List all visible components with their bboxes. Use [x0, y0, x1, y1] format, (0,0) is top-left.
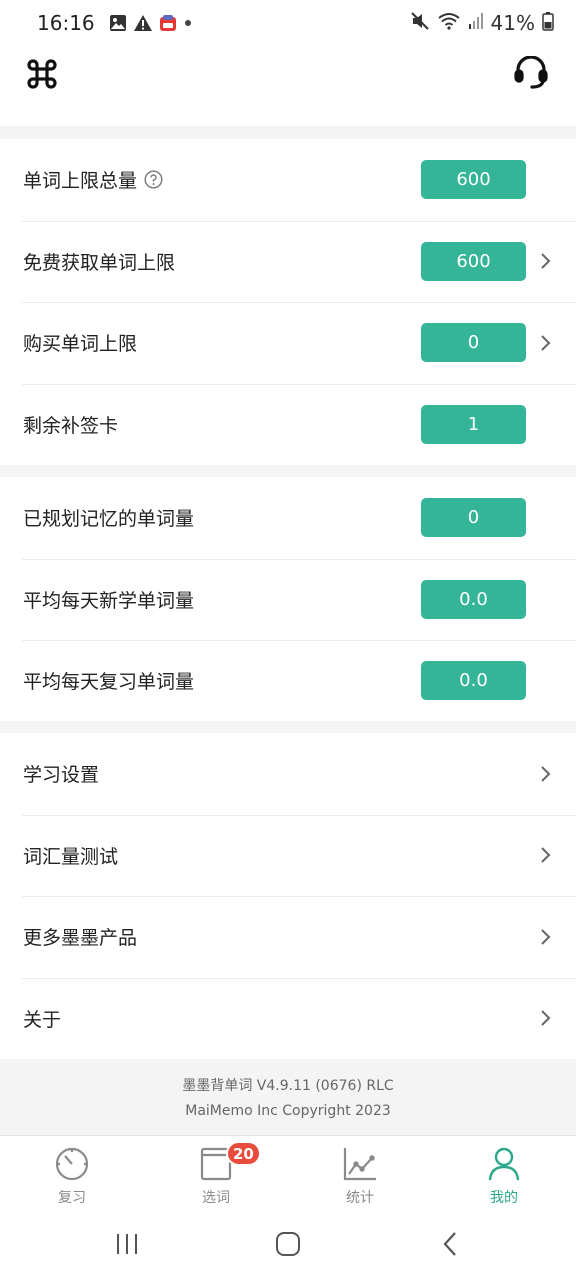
daily-new-value: 0.0	[421, 579, 526, 619]
links-section: 学习设置 词汇量测试 更多墨墨产品 关于	[0, 733, 576, 1059]
notification-badge: 20	[226, 1141, 261, 1166]
gauge-icon	[54, 1146, 90, 1182]
gallery-icon	[109, 14, 127, 32]
app-header	[0, 46, 576, 126]
nav-profile-label: 我的	[490, 1190, 518, 1206]
chevron-right-icon	[540, 896, 552, 978]
version-text: 墨墨背单词 V4.9.11 (0676) RLC	[182, 1078, 394, 1094]
status-time: 16:16	[37, 11, 95, 35]
command-icon[interactable]	[22, 54, 62, 94]
study-settings-label: 学习设置	[23, 764, 100, 787]
about-row[interactable]: 关于	[0, 977, 576, 1060]
makeup-card-row: 剩余补签卡 1	[0, 383, 576, 466]
dot-icon	[183, 18, 193, 28]
total-limit-label: 单词上限总量	[23, 170, 138, 193]
makeup-card-label: 剩余补签卡	[23, 414, 119, 437]
nav-stats-label: 统计	[346, 1190, 374, 1206]
free-limit-label: 免费获取单词上限	[23, 251, 176, 274]
app-notification-icon	[159, 14, 177, 32]
purchased-limit-row[interactable]: 购买单词上限 0	[0, 302, 576, 384]
daily-review-value: 0.0	[421, 661, 526, 700]
mute-icon	[410, 11, 430, 35]
more-products-label: 更多墨墨产品	[23, 927, 138, 950]
nav-select-label: 选词	[202, 1190, 230, 1206]
chevron-right-icon	[540, 978, 552, 1060]
makeup-card-value: 1	[421, 404, 526, 444]
recent-apps-icon[interactable]	[105, 1228, 149, 1260]
headset-icon[interactable]	[510, 52, 552, 96]
daily-new-label: 平均每天新学单词量	[23, 589, 195, 612]
person-icon	[487, 1146, 521, 1182]
signal-icon	[468, 12, 484, 34]
free-limit-row[interactable]: 免费获取单词上限 600	[0, 220, 576, 303]
chevron-right-icon	[540, 221, 552, 303]
nav-select[interactable]: 选词 20	[144, 1136, 288, 1214]
nav-review-label: 复习	[58, 1190, 86, 1206]
chevron-right-icon	[540, 733, 552, 815]
chevron-right-icon	[540, 302, 552, 384]
planned-words-label: 已规划记忆的单词量	[23, 508, 195, 531]
home-icon[interactable]	[266, 1228, 310, 1260]
total-limit-value: 600	[421, 160, 526, 199]
footer: 墨墨背单词 V4.9.11 (0676) RLC MaiMemo Inc Cop…	[0, 1060, 576, 1136]
copyright-text: MaiMemo Inc Copyright 2023	[185, 1103, 391, 1119]
daily-review-label: 平均每天复习单词量	[23, 671, 195, 694]
stats-section: 已规划记忆的单词量 0 平均每天新学单词量 0.0 平均每天复习单词量 0.0	[0, 477, 576, 721]
warning-icon	[133, 14, 153, 32]
help-icon[interactable]	[144, 170, 163, 189]
total-limit-row: 单词上限总量 600	[0, 139, 576, 221]
free-limit-value: 600	[421, 241, 526, 281]
limits-section: 单词上限总量 600 免费获取单词上限 600 购买单词上限 0 剩余补签卡 1	[0, 139, 576, 465]
nav-review[interactable]: 复习	[0, 1136, 144, 1214]
purchased-limit-value: 0	[421, 323, 526, 362]
nav-stats[interactable]: 统计	[288, 1136, 432, 1214]
vocab-test-row[interactable]: 词汇量测试	[0, 814, 576, 897]
daily-new-row: 平均每天新学单词量 0.0	[0, 558, 576, 641]
status-bar: 16:16 41%	[0, 0, 576, 46]
study-settings-row[interactable]: 学习设置	[0, 733, 576, 815]
chart-icon	[342, 1146, 378, 1182]
vocab-test-label: 词汇量测试	[23, 845, 119, 868]
chevron-right-icon	[540, 815, 552, 897]
battery-icon	[542, 11, 554, 35]
planned-words-row: 已规划记忆的单词量 0	[0, 477, 576, 559]
nav-profile[interactable]: 我的	[432, 1136, 576, 1214]
more-products-row[interactable]: 更多墨墨产品	[0, 896, 576, 978]
about-label: 关于	[23, 1008, 62, 1031]
wifi-icon	[437, 11, 461, 35]
back-icon[interactable]	[428, 1228, 472, 1260]
daily-review-row: 平均每天复习单词量 0.0	[0, 640, 576, 722]
purchased-limit-label: 购买单词上限	[23, 333, 138, 356]
bottom-nav: 复习 选词 20 统计 我的	[0, 1135, 576, 1214]
battery-text: 41%	[490, 11, 535, 35]
planned-words-value: 0	[421, 498, 526, 537]
system-nav-bar	[0, 1214, 576, 1280]
